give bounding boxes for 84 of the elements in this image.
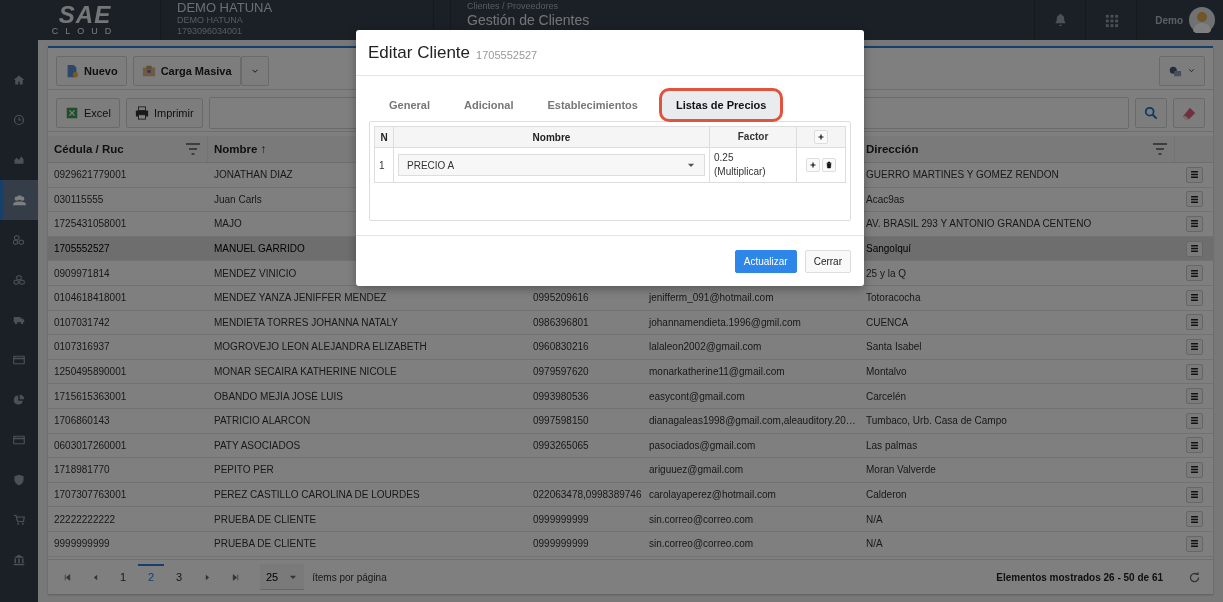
table-cell-text: MENDIETA TORRES JOHANNA NATALY xyxy=(213,316,399,328)
table-cell-text: 0993980536 xyxy=(532,390,590,402)
table-cell-text: 0986396801 xyxy=(532,316,590,328)
table-cell-text: Sangolquí xyxy=(865,243,913,255)
table-cell-text: GUERRO MARTINES Y GOMEZ RENDON xyxy=(865,169,1060,181)
table-cell-text: 1705552527 xyxy=(53,243,111,255)
dialog-subtitle: 1705552527 xyxy=(476,48,538,61)
table-cell-text: Moran Valverde xyxy=(865,464,937,476)
dialog-title: Editar Cliente xyxy=(368,42,471,63)
table-cell-text: 0960830216 xyxy=(532,341,590,353)
table-cell-text: sin.correo@correo.com xyxy=(648,513,755,525)
table-cell: 1 xyxy=(374,147,394,183)
table-cell-text: JONATHAN DIAZ xyxy=(213,169,294,181)
table-cell-text: 0979597620 xyxy=(532,366,590,378)
table-cell-text: Montalvo xyxy=(865,366,908,378)
table-cell-text: 0107031742 xyxy=(53,316,111,328)
table-cell-text: MENDEZ YANZA JENIFFER MENDEZ xyxy=(213,292,388,304)
table-cell-text: AV. BRASIL 293 Y ANTONIO GRANDA CENTENO xyxy=(865,218,1093,230)
company-subname: DEMO HATUNA xyxy=(177,15,244,26)
table-cell-text: PRUEBA DE CLIENTE xyxy=(213,538,318,550)
table-cell-text: Carcelén xyxy=(865,390,908,402)
table-cell-text: 0999999999 xyxy=(532,538,590,550)
table-cell-text: 1250495890001 xyxy=(53,366,128,378)
table-cell-text: PATRICIO ALARCON xyxy=(213,415,312,427)
table-cell-text: 22222222222 xyxy=(53,513,117,525)
column-header: Nombre xyxy=(393,126,710,148)
table-cell-text: easycont@gmail.com xyxy=(648,390,746,402)
table-cell-text: MANUEL GARRIDO xyxy=(213,243,306,255)
table-cell-text: dianagaleas1998@gmail.com,aleauditory.20… xyxy=(648,415,857,427)
table-cell-text: PATY ASOCIADOS xyxy=(213,439,302,451)
table-cell-text: MOGROVEJO LEON ALEJANDRA ELIZABETH xyxy=(213,341,428,353)
table-cell-text: N/A xyxy=(865,513,884,525)
table-cell-text: Santa Isabel xyxy=(865,341,923,353)
table-cell-text: 1725431058001 xyxy=(53,218,128,230)
table-cell-text: 1718981770 xyxy=(53,464,111,476)
table-cell-text: 1707307763001 xyxy=(53,489,128,500)
table-cell-text: Totoracocha xyxy=(865,292,922,304)
table-cell-text: johannamendieta.1996@gmil.com xyxy=(647,316,802,328)
table-cell-text: Juan Carls xyxy=(213,193,263,205)
table-cell-text: PRUEBA DE CLIENTE xyxy=(213,513,318,525)
logo: SAE xyxy=(58,4,112,26)
company-ruc: 1793096034001 xyxy=(177,26,244,37)
logo-subtitle: CLOUD xyxy=(51,26,119,36)
table-cell-text: N/A xyxy=(865,538,884,550)
table-cell-text: 0.25 (Multiplicar) xyxy=(714,151,767,179)
pagination-summary: Elementos mostrados 26 - 50 de 61 xyxy=(996,571,1163,583)
table-cell-text: ariguuez@gmail.com xyxy=(648,464,745,476)
table-cell-text: OBANDO MEJÍA JOSÉ LUIS xyxy=(213,390,344,402)
table-cell-text: 030115555 xyxy=(53,193,105,205)
table-cell-text: 0104618418001 xyxy=(53,292,128,304)
table-cell-text: 0997598150 xyxy=(532,415,590,427)
table-cell-text: MAJO xyxy=(213,218,243,230)
table-cell-text: 9999999999 xyxy=(53,538,111,550)
table-cell-text: 1706860143 xyxy=(53,415,111,427)
table-cell-text: 0995209616 xyxy=(532,292,590,304)
table-cell-text: 0999999999 xyxy=(532,513,590,525)
table-cell-text: 0929621779001 xyxy=(53,169,128,181)
table-cell-text: 0993265065 xyxy=(532,439,590,451)
company-name: DEMO HATUNA xyxy=(177,1,274,15)
table-cell-text: 022063478,0998389746 xyxy=(532,489,643,500)
page-title: Gestión de Clientes xyxy=(467,12,591,28)
table-cell-text: 0603017260001 xyxy=(53,439,128,451)
table-cell-text: jenifferm_091@hotmail.com xyxy=(647,292,775,304)
table-cell-text: carolayaperez@hotmail.com xyxy=(648,489,777,500)
table-cell-text: Acac9as xyxy=(865,193,906,205)
table-cell-text: Tumbaco, Urb. Casa de Campo xyxy=(865,415,1008,427)
table-cell-text: monarkatherine11@gmail.com xyxy=(648,366,786,378)
table-cell-text: 1715615363001 xyxy=(53,390,128,402)
table-cell-text: PEREZ CASTILLO CAROLINA DE LOURDES xyxy=(213,489,421,500)
table-cell-text: sin.correo@correo.com xyxy=(648,538,755,550)
table-cell-text: CUENCA xyxy=(865,316,910,328)
table-cell-text: 0909971814 xyxy=(53,267,111,279)
table-cell-text: pasociados@gmail.com xyxy=(648,439,757,451)
table-cell-text: 25 y la Q xyxy=(865,267,908,279)
page-size-label: ítems por página xyxy=(312,571,387,583)
table-cell-text: lalaleon2002@gmail.com xyxy=(648,341,763,353)
column-header: N xyxy=(374,126,394,148)
table-cell-text: MONAR SECAIRA KATHERINE NICOLE xyxy=(213,366,398,378)
table-cell-text: MENDEZ VINICIO xyxy=(213,267,298,279)
column-header: Factor xyxy=(709,126,797,148)
table-cell-text: Calderon xyxy=(865,489,908,500)
table-cell-text: 0107316937 xyxy=(53,341,111,353)
table-cell-text: Las palmas xyxy=(865,439,919,451)
table-cell-text: PEPITO PER xyxy=(213,464,275,476)
